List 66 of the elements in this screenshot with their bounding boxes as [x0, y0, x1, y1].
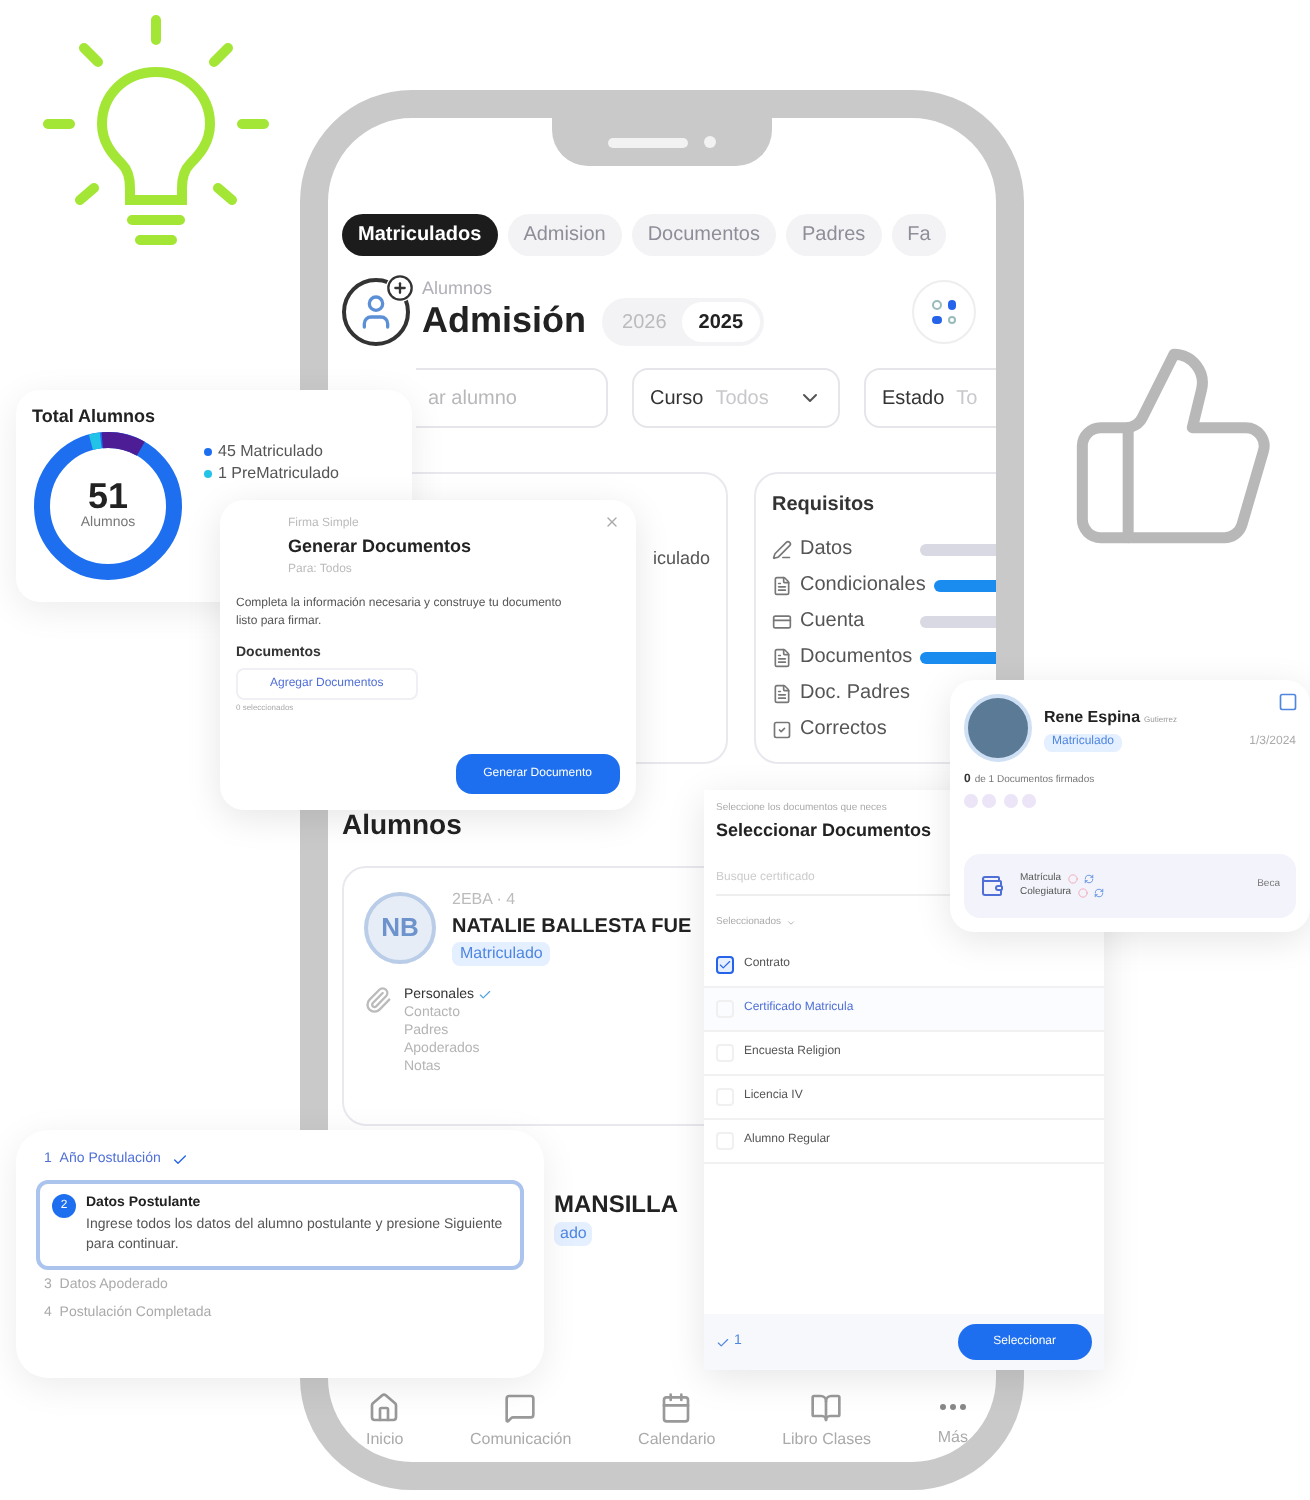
nav-item[interactable]: Más — [933, 1392, 972, 1452]
requirement-icon — [772, 539, 792, 559]
nav-item[interactable]: Comunicación — [466, 1392, 576, 1452]
circle-icon — [1067, 873, 1078, 884]
close-icon[interactable] — [604, 514, 620, 530]
requirement-icon — [772, 611, 792, 631]
header-caption: Alumnos — [422, 280, 495, 299]
tab[interactable]: Fa — [891, 214, 947, 256]
section-heading: Alumnos — [342, 806, 462, 844]
summary-text: iculado — [652, 546, 710, 572]
student-name: MANSILLA — [554, 1188, 680, 1222]
requirement-label: Cuenta — [800, 608, 867, 636]
panel-title: Seleccionar Documentos — [716, 817, 934, 843]
requirement-icon — [772, 575, 792, 595]
student-name: Rene Espina — [1044, 705, 1141, 729]
tab[interactable]: Matriculados — [342, 214, 498, 256]
refresh-icon — [1093, 888, 1104, 899]
nav-item[interactable]: Calendario — [634, 1392, 720, 1452]
requirement-label: Doc. Padres — [800, 680, 913, 708]
total-count: 51 — [87, 477, 129, 514]
add-user-icon — [342, 278, 410, 346]
nav-item[interactable]: Inicio — [362, 1392, 408, 1452]
requirement-label: Documentos — [800, 644, 913, 672]
legend-label: 45 Matriculado — [218, 442, 323, 462]
check-icon — [716, 1335, 730, 1349]
filter-label: Curso — [650, 385, 704, 413]
nav-icon — [504, 1392, 537, 1424]
circle-icon — [1077, 888, 1088, 899]
checkbox[interactable] — [716, 955, 734, 973]
nav-item[interactable]: Libro Clases — [778, 1392, 876, 1452]
tab[interactable]: Padres — [785, 214, 882, 256]
card-title: Total Alumnos — [32, 406, 157, 426]
requirement-icon — [772, 647, 792, 667]
paperclip-icon — [364, 986, 392, 1014]
requirements-title: Requisitos — [772, 492, 877, 520]
chevron-down-icon[interactable] — [785, 918, 796, 929]
filter-label: Estado — [882, 385, 945, 413]
year-option[interactable]: 2025 — [682, 302, 760, 342]
requirement-label: Correctos — [800, 716, 889, 744]
refresh-icon — [1083, 873, 1094, 884]
grid-icon[interactable] — [912, 280, 976, 344]
status-badge: ado — [554, 1222, 593, 1246]
nav-icon — [660, 1392, 693, 1424]
search-field[interactable]: ar alumno — [416, 368, 608, 428]
page-title: Admisión — [422, 298, 587, 344]
nav-icon — [810, 1392, 843, 1424]
requirement-label: Datos — [800, 536, 855, 564]
check-icon — [478, 988, 493, 1002]
more-icon — [939, 1404, 966, 1410]
square-icon[interactable] — [1278, 692, 1298, 712]
student-course: 2EBA · 4 — [452, 888, 518, 912]
requirement-label: Condicionales — [800, 572, 926, 600]
legend-label: 1 PreMatriculado — [218, 464, 339, 484]
tab[interactable]: Admision — [507, 214, 622, 256]
dialog-title: Generar Documentos — [288, 534, 472, 560]
check-icon — [172, 1152, 189, 1168]
nav-icon — [368, 1392, 401, 1424]
wallet-icon — [980, 874, 1004, 898]
requirement-icon — [772, 683, 792, 703]
student-name: NATALIE BALLESTA FUE — [452, 914, 692, 942]
initials-avatar: NB — [364, 891, 436, 963]
document-tags-icon — [964, 794, 1036, 808]
tab[interactable]: Documentos — [631, 214, 776, 256]
status-badge: Matriculado — [452, 942, 551, 966]
avatar-placeholder — [964, 694, 1032, 762]
requirement-icon — [772, 719, 792, 739]
